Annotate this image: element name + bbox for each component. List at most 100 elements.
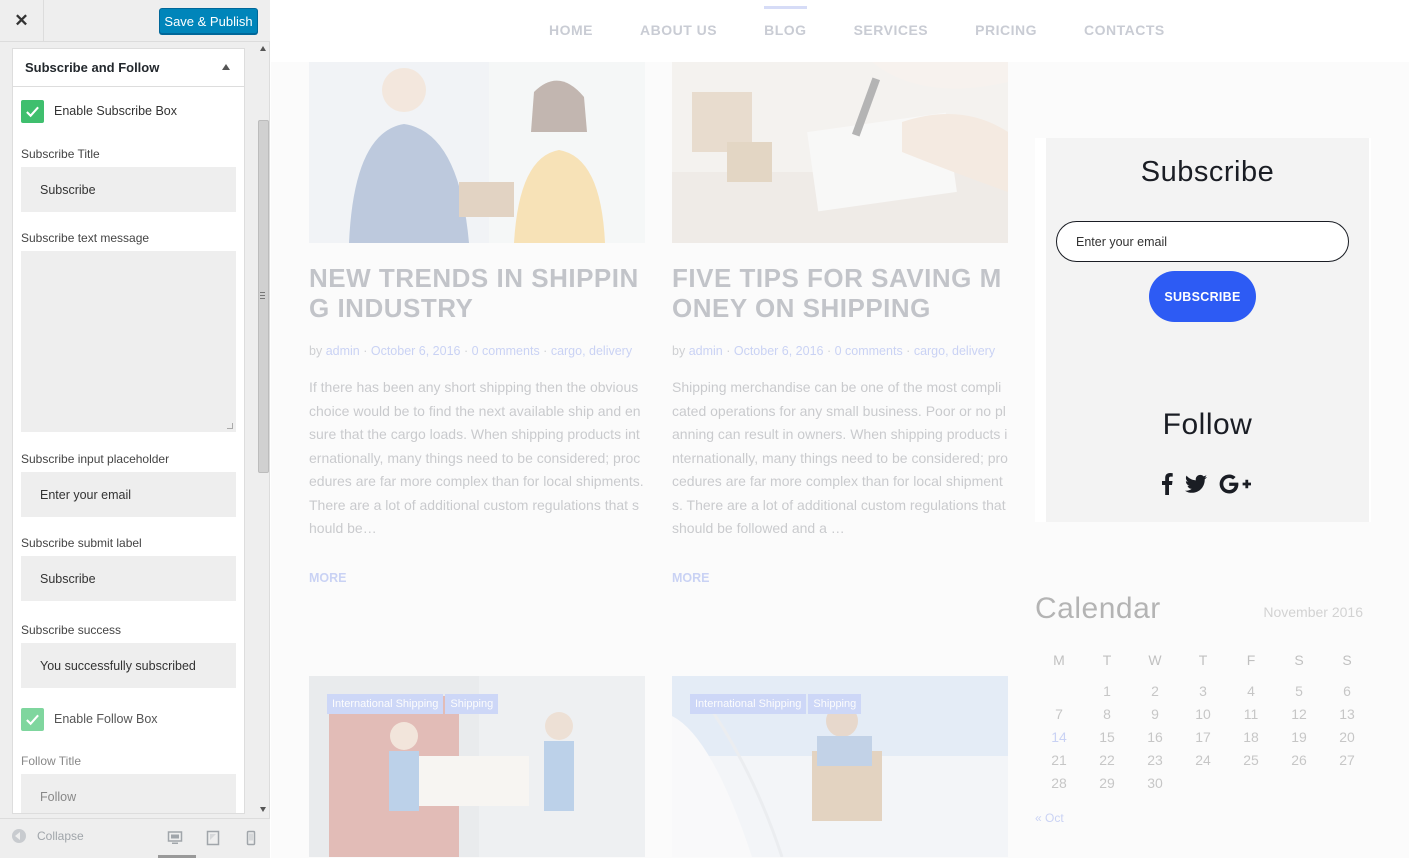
post-tags: International Shipping Shipping [327,694,499,714]
post-date-link[interactable]: October 6, 2016 [734,344,824,358]
calendar-prev-link[interactable]: « Oct [1035,811,1371,825]
panel-footer: Collapse [0,818,270,858]
enable-follow-row[interactable]: Enable Follow Box [13,697,244,741]
calendar-date[interactable]: 14 [1035,729,1083,747]
read-more-link[interactable]: MORE [672,571,1008,585]
subscribe-title-input[interactable]: Subscribe [21,167,236,212]
tag-shipping[interactable]: Shipping [808,694,862,714]
close-button[interactable]: ✕ [0,0,44,42]
check-icon [26,106,39,117]
nav-item-about-us[interactable]: ABOUT US [640,22,717,38]
calendar-date: 3 [1199,683,1207,699]
post-image-movers[interactable]: International Shipping Shipping [309,676,645,857]
scroll-down-icon[interactable] [260,807,266,812]
calendar-date: 11 [1243,706,1259,722]
calendar-date: 19 [1291,729,1307,745]
read-more-link[interactable]: MORE [309,571,645,585]
section-title: Subscribe and Follow [25,60,160,75]
subscribe-text-label: Subscribe text message [21,231,150,245]
caret-up-icon[interactable] [222,64,230,70]
facebook-icon[interactable] [1161,472,1173,496]
enable-subscribe-checkbox[interactable] [21,99,44,123]
subscribe-placeholder-input[interactable]: Enter your email [21,472,236,517]
calendar-date: 29 [1099,775,1115,791]
panel-header: ✕ Save & Publish [0,0,270,42]
calendar-date: 10 [1195,706,1211,722]
calendar-empty-cell [1035,683,1083,701]
check-icon [26,714,39,725]
nav-item-blog[interactable]: BLOG [764,6,808,38]
tablet-preview-button[interactable] [204,829,222,847]
save-publish-button[interactable]: Save & Publish [159,8,258,34]
post-author-link[interactable]: admin [326,344,360,358]
subscribe-box: Subscribe Enter your email SUBSCRIBE [1046,138,1369,372]
tag-international-shipping[interactable]: International Shipping [327,694,444,714]
enable-follow-checkbox[interactable] [21,707,44,731]
calendar-date: 9 [1151,706,1159,722]
post-categories-link[interactable]: cargo, delivery [914,344,995,358]
subscribe-button[interactable]: SUBSCRIBE [1149,271,1256,322]
calendar-date: 15 [1099,729,1115,745]
controls-scroll-area[interactable]: Subscribe and Follow Enable Subscribe Bo… [12,48,245,814]
post-date-link[interactable]: October 6, 2016 [371,344,461,358]
post-image-couple[interactable] [309,62,645,243]
calendar-date: 27 [1339,752,1355,768]
post-categories-link[interactable]: cargo, delivery [551,344,632,358]
panel-scrollbar[interactable] [256,44,270,814]
post-image-courier[interactable]: International Shipping Shipping [672,676,1008,857]
enable-follow-label: Enable Follow Box [54,712,158,726]
calendar-grid: M T W T F S S 1 2 3 4 5 6 7 8 9 10 11 12 13 14 15 16 17 18 19 20 21… [1035,652,1371,793]
nav-item-services[interactable]: SERVICES [854,22,929,38]
follow-title-input[interactable]: Follow [21,774,236,813]
subscribe-follow-widget: Subscribe Enter your email SUBSCRIBE Fol… [1035,138,1371,522]
nav-item-contacts[interactable]: CONTACTS [1084,22,1165,38]
post-card: International Shipping Shipping [309,676,645,857]
follow-box: Follow [1046,372,1369,522]
post-author-link[interactable]: admin [689,344,723,358]
scroll-up-icon[interactable] [260,46,266,51]
subscribe-submit-input[interactable]: Subscribe [21,556,236,601]
subscribe-success-input[interactable]: You successfully subscribed [21,643,236,688]
post-comments-link[interactable]: 0 comments [835,344,903,358]
post-image-clipboard[interactable] [672,62,1008,243]
post-card: International Shipping Shipping [672,676,1008,857]
subscribe-text-textarea[interactable] [21,251,236,432]
calendar-day-header: S [1294,652,1304,668]
calendar-month: November 2016 [1263,604,1363,620]
subscribe-email-input[interactable]: Enter your email [1056,221,1349,262]
mobile-icon [246,830,256,846]
calendar-date: 13 [1339,706,1355,722]
subscribe-submit-label: Subscribe submit label [21,536,142,550]
post-excerpt: If there has been any short shipping the… [309,379,644,536]
calendar-date: 1 [1103,683,1111,699]
resize-grip-icon[interactable] [227,423,233,429]
site-header: HOME ABOUT US BLOG SERVICES PRICING CONTACTS [271,0,1409,62]
collapse-button[interactable]: Collapse [12,829,84,843]
nav-item-pricing[interactable]: PRICING [975,22,1037,38]
calendar-widget: Calendar November 2016 MTWTFSS1234567891… [1035,592,1371,825]
post-by: by [672,344,686,358]
nav-item-home[interactable]: HOME [549,22,593,38]
tag-international-shipping[interactable]: International Shipping [690,694,807,714]
enable-subscribe-row[interactable]: Enable Subscribe Box [13,89,244,133]
scroll-grip-icon [260,292,265,299]
desktop-preview-button[interactable] [166,829,184,847]
tag-shipping[interactable]: Shipping [445,694,499,714]
post-card: NEW TRENDS IN SHIPPING INDUSTRY by admin… [309,62,645,585]
post-title[interactable]: NEW TRENDS IN SHIPPING INDUSTRY [309,263,645,323]
twitter-icon[interactable] [1185,472,1207,496]
post-comments-link[interactable]: 0 comments [472,344,540,358]
calendar-date: 21 [1051,752,1067,768]
google-plus-icon[interactable] [1219,472,1251,496]
mobile-preview-button[interactable] [242,829,260,847]
tablet-icon [206,830,220,846]
post-title[interactable]: FIVE TIPS FOR SAVING MONEY ON SHIPPING [672,263,1008,323]
calendar-date: 5 [1295,683,1303,699]
calendar-date: 17 [1195,729,1211,745]
section-header[interactable]: Subscribe and Follow [13,49,244,87]
calendar-day-header: M [1053,652,1065,668]
calendar-date: 7 [1055,706,1063,722]
post-meta: by admin · October 6, 2016 · 0 comments … [309,344,633,358]
calendar-date: 8 [1103,706,1111,722]
calendar-day-header: S [1342,652,1352,668]
